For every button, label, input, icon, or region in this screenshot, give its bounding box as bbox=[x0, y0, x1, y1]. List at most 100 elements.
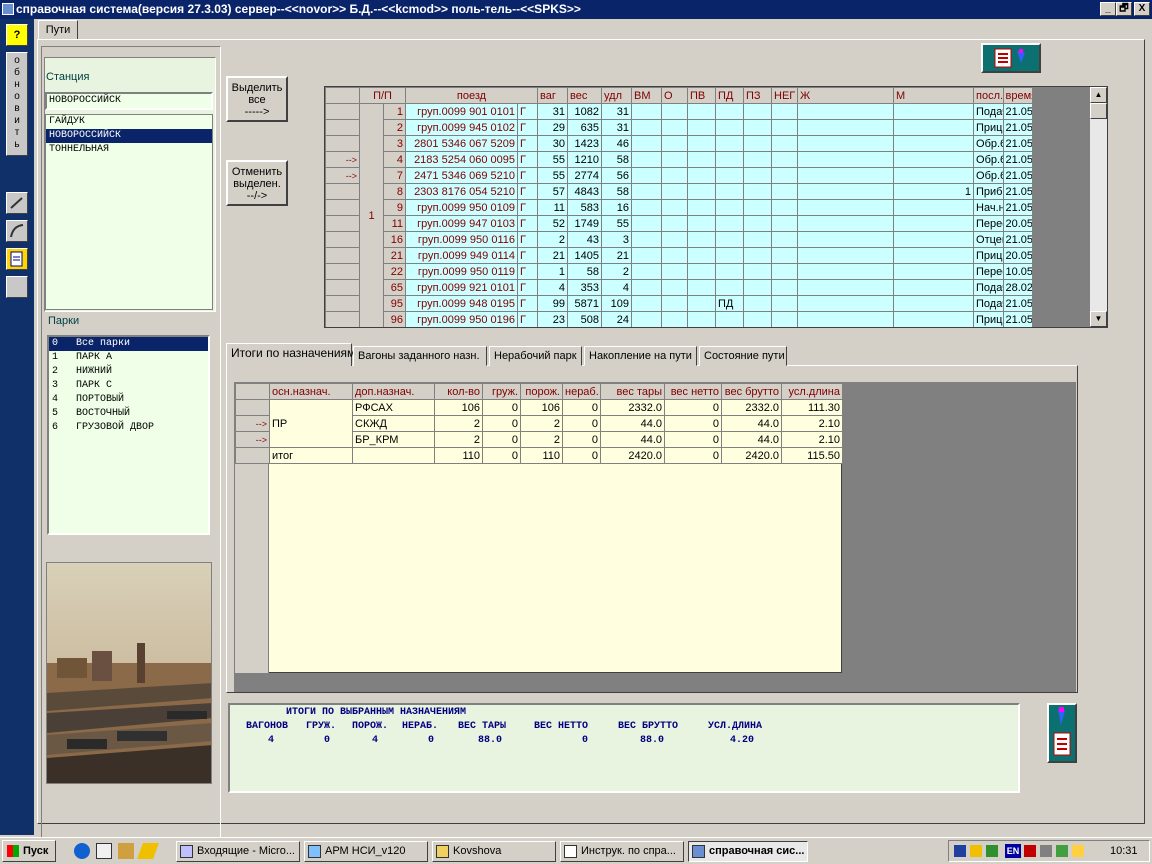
row-indicator[interactable] bbox=[325, 295, 360, 312]
task-inbox[interactable]: Входящие - Micro... bbox=[176, 841, 300, 862]
table-row[interactable]: ПР РФСАХ 106 0 106 0 2332.0 0 2332.0 111.30 bbox=[235, 399, 842, 448]
pencil-icon[interactable] bbox=[6, 192, 28, 214]
row-indicator[interactable]: --> bbox=[325, 151, 360, 168]
park-item[interactable]: 0 Все парки bbox=[49, 337, 208, 351]
row-indicator[interactable]: --> bbox=[235, 431, 270, 448]
table-row[interactable]: 95груп.0099 948 0195Г995871109 ПД Подача21… bbox=[325, 295, 1033, 312]
select-all-button[interactable]: Выделить все -----> bbox=[226, 76, 288, 122]
print-summary-button[interactable] bbox=[1047, 703, 1077, 763]
table-row[interactable]: 96груп.0099 950 0196Г2350824 Приц.при объ… bbox=[325, 311, 1033, 327]
row-indicator[interactable] bbox=[325, 247, 360, 264]
scroll-thumb[interactable] bbox=[1090, 103, 1107, 119]
close-button[interactable]: X bbox=[1134, 2, 1150, 16]
cancel-selection-button[interactable]: Отменить выделен. --/-> bbox=[226, 160, 288, 206]
row-indicator[interactable] bbox=[325, 135, 360, 152]
table-row[interactable]: 22груп.0099 950 0119Г1582 Перестановка10.… bbox=[325, 263, 1033, 280]
task-word[interactable]: Инструк. по спра... bbox=[560, 841, 684, 862]
table-row[interactable]: 2груп.0099 945 0102Г2963531 Приц.при объе… bbox=[325, 119, 1033, 136]
internet-explorer-icon[interactable] bbox=[74, 843, 90, 859]
task-folder[interactable]: Kovshova bbox=[432, 841, 556, 862]
park-item[interactable]: 4 ПОРТОВЫЙ bbox=[49, 393, 208, 407]
tab-wagons-dest[interactable]: Вагоны заданного назн. bbox=[353, 346, 487, 366]
table-row[interactable]: 32801 5346 067 5209Г30142346 Обр.6002 Отп… bbox=[325, 135, 1033, 152]
park-item[interactable]: 5 ВОСТОЧНЫЙ bbox=[49, 407, 208, 421]
cell-vag: 21 bbox=[537, 247, 569, 264]
cell-time: 20.05.03 15:44 bbox=[1002, 215, 1033, 232]
scroll-down-button[interactable]: ▼ bbox=[1090, 311, 1107, 327]
start-button[interactable]: Пуск bbox=[2, 840, 56, 862]
row-indicator[interactable] bbox=[325, 199, 360, 216]
cell-tare: 44.0 bbox=[600, 415, 665, 432]
cell-pv bbox=[687, 279, 717, 296]
tab-totals-by-dest[interactable]: Итоги по назначениям bbox=[226, 343, 355, 366]
station-item[interactable]: ГАЙДУК bbox=[46, 115, 212, 129]
refresh-button[interactable]: обновить bbox=[6, 52, 28, 156]
station-item[interactable]: НОВОРОССИЙСК bbox=[46, 129, 212, 143]
park-item[interactable]: 1 ПАРК А bbox=[49, 351, 208, 365]
cell-neg bbox=[771, 215, 799, 232]
help-button[interactable]: ? bbox=[6, 24, 28, 46]
tab-accumulation[interactable]: Накопление на пути bbox=[584, 346, 697, 366]
tab-idle-park[interactable]: Нерабочий парк bbox=[489, 346, 582, 366]
total-row[interactable]: итог 110 0 110 0 2420.0 0 2420.0 115.50 bbox=[235, 447, 842, 464]
cell-tare: 2332.0 bbox=[600, 399, 665, 416]
language-indicator[interactable]: EN bbox=[1005, 844, 1021, 858]
clipboard-icon[interactable] bbox=[6, 248, 28, 270]
row-indicator[interactable]: --> bbox=[235, 415, 270, 432]
row-indicator[interactable] bbox=[325, 311, 360, 327]
cell-op: Приц.при объед. bbox=[973, 247, 1004, 264]
network-icon[interactable] bbox=[118, 843, 134, 859]
blank-tool-button[interactable] bbox=[6, 276, 28, 298]
table-row[interactable]: 16груп.0099 950 0116Г2433 Отцепка с приц.… bbox=[325, 231, 1033, 248]
tab-puti[interactable]: Пути bbox=[38, 20, 78, 40]
tray-icon-4[interactable] bbox=[1024, 845, 1036, 857]
print-button[interactable] bbox=[981, 43, 1041, 73]
table-row[interactable]: --> 72471 5346 069 5210Г55277456 Обр.6002 … bbox=[325, 167, 1033, 184]
station-item[interactable]: ТОННЕЛЬНАЯ bbox=[46, 143, 212, 157]
table-row[interactable]: 9груп.0099 950 0109Г1158316 Нач.накопл.от… bbox=[325, 199, 1033, 216]
park-item[interactable]: 3 ПАРК С bbox=[49, 379, 208, 393]
station-input[interactable]: НОВОРОССИЙСК bbox=[45, 92, 213, 110]
row-indicator[interactable] bbox=[235, 447, 270, 464]
header-indicator bbox=[235, 383, 270, 400]
tray-icon-3[interactable] bbox=[986, 845, 998, 857]
row-indicator[interactable] bbox=[325, 183, 360, 200]
row-indicator[interactable] bbox=[325, 231, 360, 248]
task-arm[interactable]: АРМ НСИ_v120 bbox=[304, 841, 428, 862]
tray-icon-1[interactable] bbox=[954, 845, 966, 857]
parks-list[interactable]: 0 Все парки 1 ПАРК А2 НИЖНИЙ 3 ПАРК С4 ПОР… bbox=[47, 335, 210, 535]
table-row[interactable]: 82303 8176 054 5210Г57484358 1Прибытие21.… bbox=[325, 183, 1033, 200]
table-row[interactable]: --> 42183 5254 060 0095Г55121058 Обр.6002 … bbox=[325, 151, 1033, 168]
table-row[interactable]: 21груп.0099 949 0114Г21140521Приц.при об… bbox=[325, 247, 1033, 264]
row-indicator[interactable] bbox=[325, 119, 360, 136]
volume-icon[interactable] bbox=[1040, 845, 1052, 857]
tray-icon-5[interactable] bbox=[1056, 845, 1068, 857]
minimize-button[interactable]: _ bbox=[1100, 2, 1116, 16]
curve-tool-icon[interactable] bbox=[6, 220, 28, 242]
trains-scrollbar[interactable] bbox=[1090, 87, 1107, 327]
table-row[interactable]: 11груп.0099 947 0103Г52174955 Перестановк… bbox=[325, 215, 1033, 232]
row-indicator[interactable]: --> bbox=[325, 167, 360, 184]
row-indicator[interactable] bbox=[235, 399, 270, 416]
table-row[interactable]: 11груп.0099 901 0101Г31108231Подача21.05… bbox=[325, 103, 1033, 327]
desktop-icon[interactable] bbox=[96, 843, 112, 859]
tray-icon-2[interactable] bbox=[970, 845, 982, 857]
cell-vm bbox=[631, 183, 663, 200]
train-number: 2801 5346 067 5209 bbox=[405, 135, 518, 152]
train-flag: Г bbox=[516, 199, 539, 216]
tab-track-state[interactable]: Состояние пути bbox=[699, 346, 787, 366]
station-list[interactable]: ГАЙДУК НОВОРОССИЙСК ТОННЕЛЬНАЯ bbox=[45, 114, 213, 310]
row-indicator[interactable] bbox=[325, 279, 360, 296]
task-reference-system[interactable]: справочная сис... bbox=[688, 841, 808, 862]
scroll-up-button[interactable]: ▲ bbox=[1090, 87, 1107, 103]
cell-ves: 2774 bbox=[567, 167, 603, 184]
tray-icon-6[interactable] bbox=[1072, 845, 1084, 857]
table-row[interactable]: 65груп.0099 921 0101Г43534Подача28.02.03… bbox=[325, 279, 1033, 296]
maximize-button[interactable]: 🗗 bbox=[1116, 2, 1132, 16]
park-item[interactable]: 6 ГРУЗОВОЙ ДВОР bbox=[49, 421, 208, 435]
row-indicator[interactable] bbox=[325, 103, 360, 120]
row-indicator[interactable] bbox=[325, 263, 360, 280]
cell-pz bbox=[743, 295, 773, 312]
row-indicator[interactable] bbox=[325, 215, 360, 232]
park-item[interactable]: 2 НИЖНИЙ bbox=[49, 365, 208, 379]
